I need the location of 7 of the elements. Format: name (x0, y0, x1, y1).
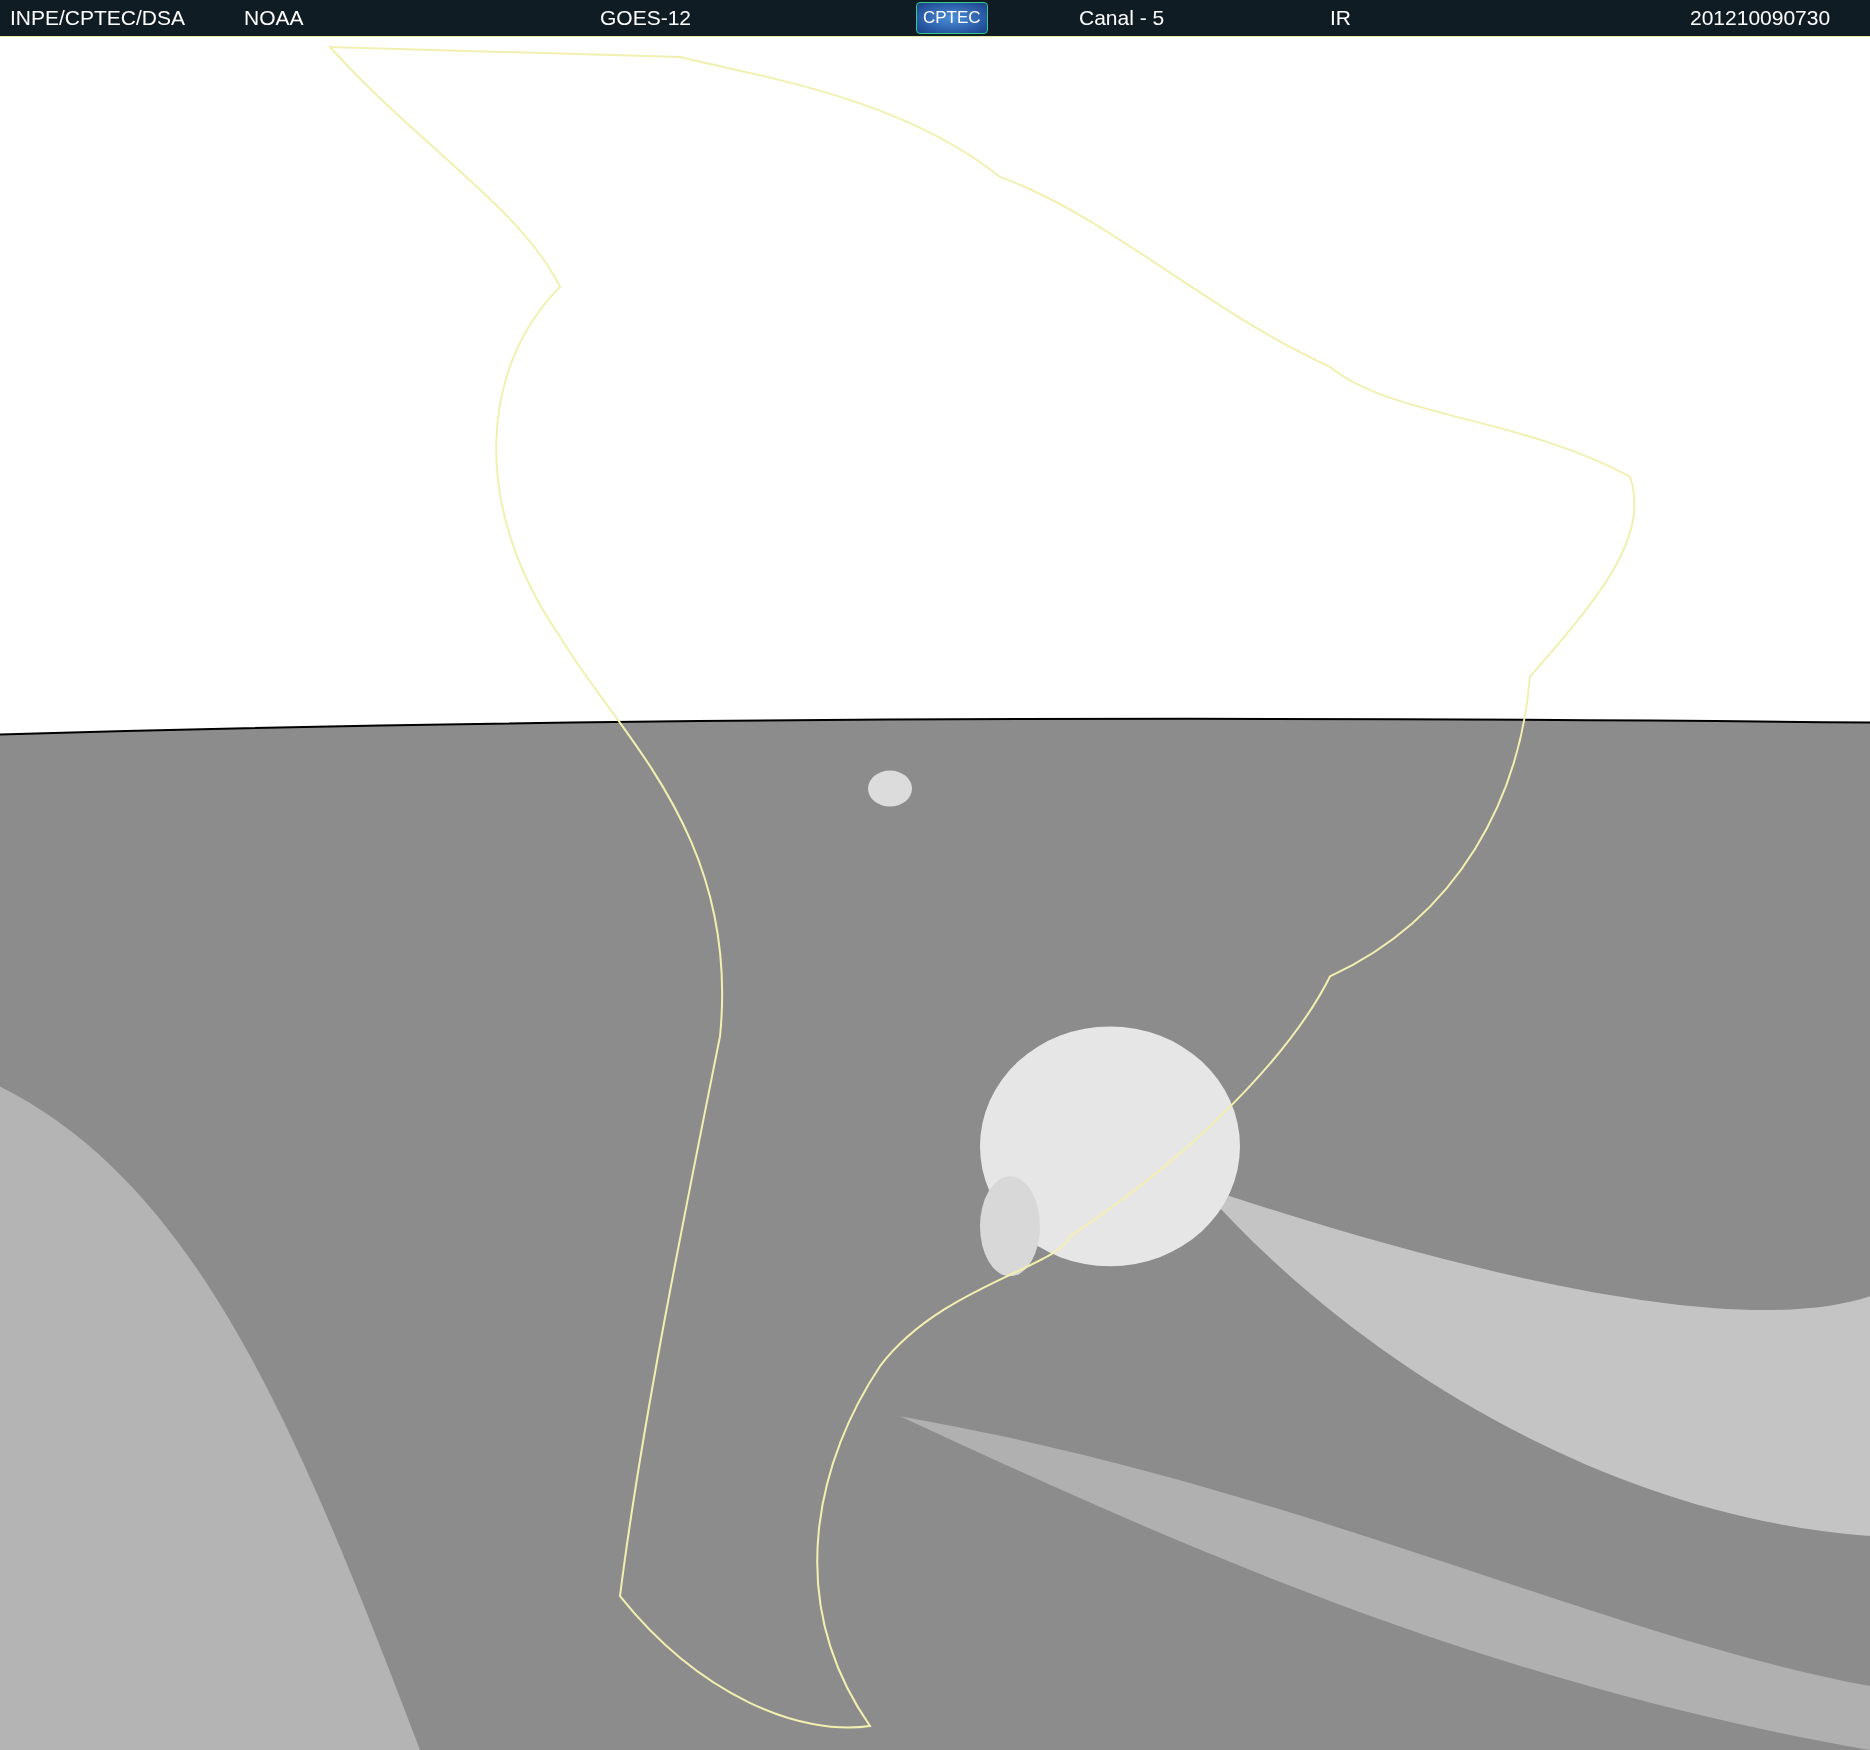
header-label: 201210090730 (1690, 6, 1831, 30)
header-label: IR (1330, 6, 1351, 30)
header-label: GOES-12 (600, 6, 692, 30)
header-label: Canal - 5 (1079, 6, 1165, 30)
header-label: INPE/CPTEC/DSA (10, 6, 186, 30)
logo: CPTEC (916, 2, 988, 34)
header-label: NOAA (244, 6, 304, 30)
